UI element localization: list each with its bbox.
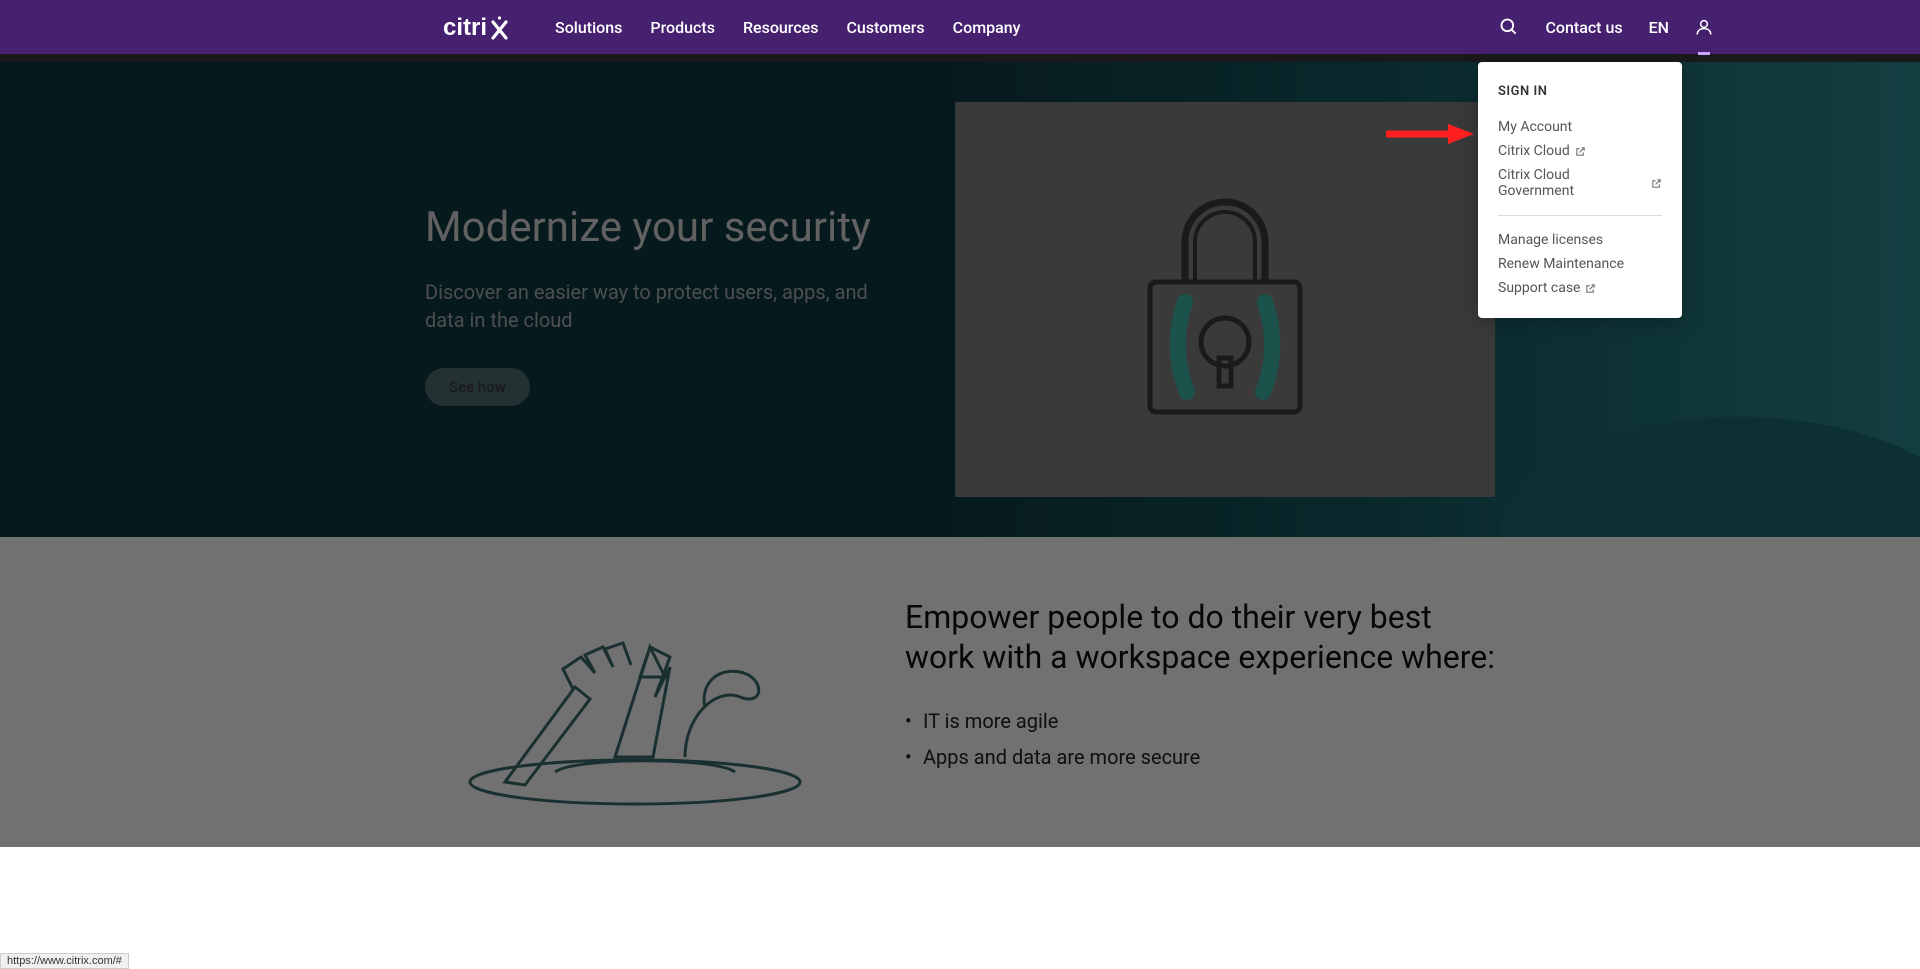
dropdown-item-label: Manage licenses bbox=[1498, 232, 1603, 248]
empower-section: Empower people to do their very best wor… bbox=[0, 537, 1920, 847]
citrix-logo-icon: citri bbox=[443, 14, 517, 40]
dropdown-item-support-case[interactable]: Support case bbox=[1498, 276, 1662, 300]
dropdown-item-my-account[interactable]: My Account bbox=[1498, 115, 1662, 139]
external-link-icon bbox=[1575, 146, 1586, 157]
user-icon bbox=[1695, 17, 1713, 37]
browser-status-bar: https://www.citrix.com/# bbox=[0, 953, 129, 969]
language-selector[interactable]: EN bbox=[1649, 18, 1669, 37]
brand-logo[interactable]: citri bbox=[443, 14, 517, 40]
dropdown-item-label: Renew Maintenance bbox=[1498, 256, 1624, 272]
dropdown-item-renew-maintenance[interactable]: Renew Maintenance bbox=[1498, 252, 1662, 276]
external-link-icon bbox=[1585, 283, 1596, 294]
search-icon[interactable] bbox=[1499, 17, 1519, 37]
top-nav-inner: citri Solutions Products Resources Custo… bbox=[193, 14, 1713, 40]
dropdown-item-label: Citrix Cloud Government bbox=[1498, 167, 1646, 199]
top-nav: citri Solutions Products Resources Custo… bbox=[0, 0, 1920, 54]
nav-link-solutions[interactable]: Solutions bbox=[555, 18, 622, 37]
external-link-icon bbox=[1651, 178, 1662, 189]
topbar-right: Contact us EN bbox=[1499, 17, 1713, 37]
user-menu-trigger[interactable] bbox=[1695, 17, 1713, 37]
svg-text:citri: citri bbox=[443, 14, 487, 40]
dropdown-item-manage-licenses[interactable]: Manage licenses bbox=[1498, 228, 1662, 252]
dropdown-item-label: Citrix Cloud bbox=[1498, 143, 1570, 159]
dropdown-item-label: My Account bbox=[1498, 119, 1572, 135]
primary-nav-links: Solutions Products Resources Customers C… bbox=[555, 18, 1021, 37]
nav-link-customers[interactable]: Customers bbox=[846, 18, 924, 37]
nav-link-resources[interactable]: Resources bbox=[743, 18, 819, 37]
dropdown-item-label: Support case bbox=[1498, 280, 1580, 296]
dim-overlay bbox=[0, 537, 1920, 847]
signin-dropdown: SIGN IN My Account Citrix Cloud Citrix C… bbox=[1478, 62, 1682, 318]
nav-link-company[interactable]: Company bbox=[953, 18, 1021, 37]
nav-link-contact[interactable]: Contact us bbox=[1545, 18, 1622, 37]
dropdown-item-citrix-cloud-gov[interactable]: Citrix Cloud Government bbox=[1498, 163, 1662, 203]
sub-bar bbox=[0, 54, 1920, 62]
user-menu-indicator bbox=[1698, 52, 1710, 55]
nav-link-products[interactable]: Products bbox=[650, 18, 715, 37]
dropdown-title: SIGN IN bbox=[1498, 84, 1662, 99]
dropdown-item-citrix-cloud[interactable]: Citrix Cloud bbox=[1498, 139, 1662, 163]
dropdown-divider bbox=[1498, 215, 1662, 216]
